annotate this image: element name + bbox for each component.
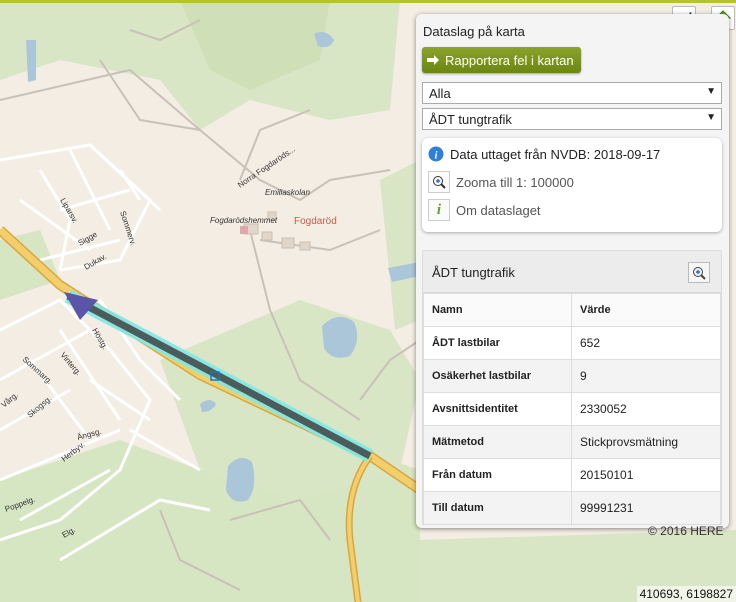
map-label-place: Fogdaröd [294,216,337,227]
layer-select-value: ÅDT tungtrafik [429,112,512,127]
report-error-button[interactable]: Rapportera fel i kartan [422,47,581,73]
table-row: Från datum 20150101 [423,458,721,492]
layer-select[interactable]: ÅDT tungtrafik ▼ [422,108,722,130]
zoom-to-scale-link[interactable]: Zooma till 1: 100000 [428,171,574,193]
attribute-title: ÅDT tungtrafik [432,265,515,280]
attribute-value: 2330052 [571,392,721,426]
source-text: Data uttaget från NVDB: 2018-09-17 [450,146,661,162]
table-row: Osäkerhet lastbilar 9 [423,359,721,393]
dropdown-arrow-icon: ▼ [706,112,716,123]
top-accent-bar [0,0,736,3]
lake [226,457,255,502]
attribute-name: Till datum [423,491,572,525]
layer-info-box: i Data uttaget från NVDB: 2018-09-17 Zoo… [422,138,722,232]
attribute-name: Från datum [423,458,572,492]
attribute-value: Stickprovsmätning [571,425,721,459]
coordinate-readout: 410693, 6198827 [636,586,736,602]
column-header: Värde [571,293,721,327]
info-i-icon: i [428,199,450,221]
map-copyright: © 2016 HERE [648,524,724,538]
arrow-right-icon [427,55,439,65]
zoom-in-icon [693,266,706,280]
table-header-row: Namn Värde [423,293,721,327]
column-header: Namn [423,293,572,327]
poi-building [240,226,248,234]
attribute-name: Osäkerhet lastbilar [423,359,572,393]
attribute-table: Namn Värde ÅDT lastbilar 652 Osäkerhet la… [423,293,721,525]
table-row: Till datum 99991231 [423,491,721,525]
attribute-name: Mätmetod [423,425,572,459]
data-layer-panel: Dataslag på karta Rapportera fel i karta… [416,14,729,528]
about-layer-link[interactable]: i Om dataslaget [428,199,541,221]
attribute-name: Avsnittsidentitet [423,392,572,426]
about-text: Om dataslaget [456,202,541,218]
zoom-text: Zooma till 1: 100000 [456,174,574,190]
report-error-label: Rapportera fel i kartan [445,52,574,68]
attribute-header: ÅDT tungtrafik [423,251,721,293]
map-label-hemmet: Fogdarödshemmet [210,216,278,225]
attribute-value: 99991231 [571,491,721,525]
map-label-emilia: Emiliaskolan [265,188,310,197]
category-select-value: Alla [429,86,451,101]
attribute-value: 20150101 [571,458,721,492]
zoom-in-icon [428,171,450,193]
table-row: Mätmetod Stickprovsmätning [423,425,721,459]
dropdown-arrow-icon: ▼ [706,86,716,97]
panel-title: Dataslag på karta [423,24,525,39]
attribute-panel: ÅDT tungtrafik Namn Värde ÅDT lastbilar 6… [422,250,722,525]
category-select[interactable]: Alla ▼ [422,82,722,104]
source-row: i Data uttaget från NVDB: 2018-09-17 [428,146,660,162]
lake [322,316,358,358]
table-row: ÅDT lastbilar 652 [423,326,721,360]
table-row: Avsnittsidentitet 2330052 [423,392,721,426]
info-icon: i [428,146,444,162]
zoom-to-feature-button[interactable] [688,262,710,283]
attribute-value: 9 [571,359,721,393]
attribute-value: 652 [571,326,721,360]
attribute-name: ÅDT lastbilar [423,326,572,360]
